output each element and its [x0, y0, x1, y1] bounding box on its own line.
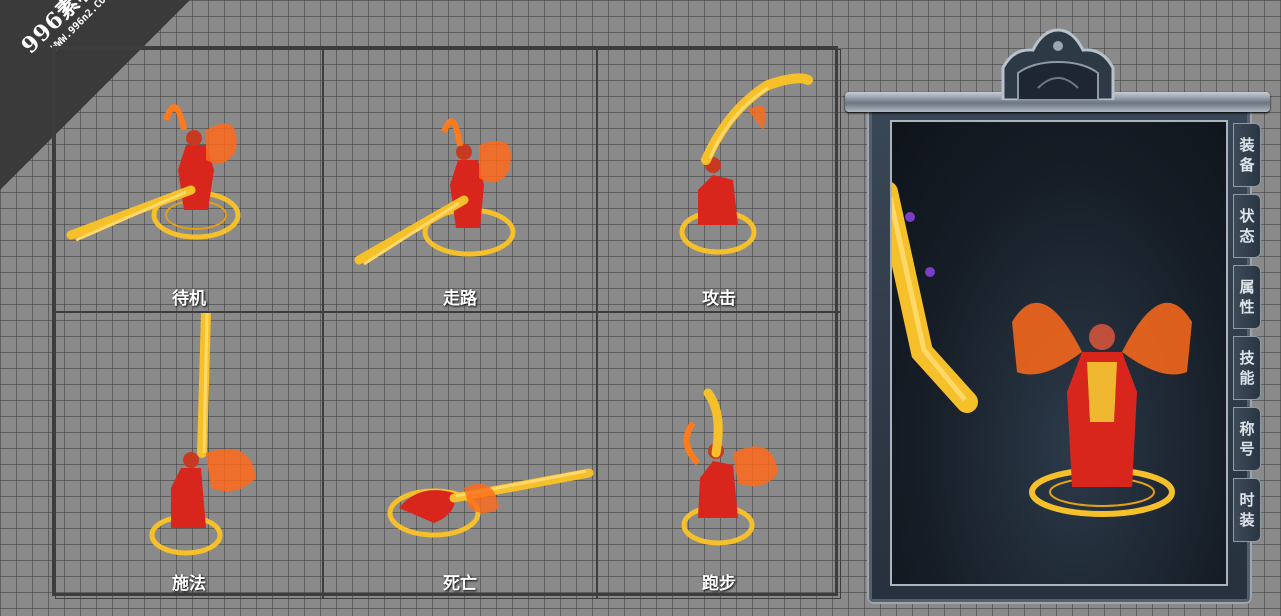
animation-label-idle: 待机	[172, 289, 206, 309]
animation-cell-cast: 施法	[55, 312, 323, 599]
panel-tabs: 装 备 状 态 属 性 技 能 称 号 时 装	[1233, 123, 1263, 549]
tab-skills[interactable]: 技 能	[1233, 336, 1261, 400]
tab-status-char-1: 状	[1239, 207, 1255, 225]
tab-status[interactable]: 状 态	[1233, 194, 1261, 258]
tab-attributes-char-1: 属	[1239, 278, 1255, 296]
character-sprite-idle	[66, 104, 241, 242]
character-preview	[890, 120, 1228, 586]
tab-equipment[interactable]: 装 备	[1233, 123, 1261, 187]
tab-attributes[interactable]: 属 性	[1233, 265, 1261, 329]
panel-crest-ornament	[1001, 28, 1115, 100]
character-sprite-walk	[354, 118, 516, 266]
animation-label-walk: 走路	[443, 289, 477, 309]
tab-skills-char-2: 能	[1239, 369, 1255, 387]
animation-cell-attack: 攻击	[597, 49, 841, 312]
tab-fashion[interactable]: 时 装	[1233, 478, 1261, 542]
animation-grid: 待机 走路 攻击 施法 死亡 跑步	[52, 46, 841, 599]
animation-label-cast: 施法	[172, 574, 206, 594]
animation-label-attack: 攻击	[702, 289, 736, 309]
tab-equipment-char-1: 装	[1239, 136, 1255, 154]
tab-fashion-char-2: 装	[1239, 511, 1255, 529]
tab-status-char-2: 态	[1239, 227, 1255, 245]
tab-fashion-char-1: 时	[1239, 491, 1255, 509]
animation-label-death: 死亡	[443, 574, 477, 594]
character-panel: 装 备 状 态 属 性 技 能 称 号 时 装	[845, 28, 1270, 606]
character-sprite-run	[681, 388, 778, 546]
animation-cell-run: 跑步	[597, 312, 841, 599]
character-sprite-attack	[679, 73, 813, 255]
animation-cell-idle: 待机	[55, 49, 323, 312]
tab-titles[interactable]: 称 号	[1233, 407, 1261, 471]
tab-skills-char-1: 技	[1239, 349, 1255, 367]
character-sprite-cast	[149, 313, 256, 556]
tab-titles-char-1: 称	[1239, 420, 1255, 438]
tab-attributes-char-2: 性	[1239, 298, 1255, 316]
tab-titles-char-2: 号	[1239, 440, 1255, 458]
character-model	[892, 182, 1192, 517]
animation-cell-death: 死亡	[323, 312, 597, 599]
tab-equipment-char-2: 备	[1239, 156, 1255, 174]
character-sprite-death	[387, 468, 594, 538]
animation-label-run: 跑步	[702, 574, 736, 594]
animation-cell-walk: 走路	[323, 49, 597, 312]
